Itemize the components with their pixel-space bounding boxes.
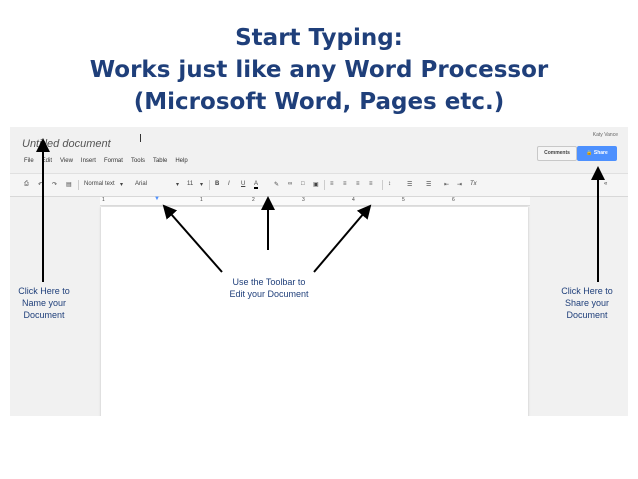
arrow-to-toolbar-right bbox=[313, 204, 372, 273]
annotation-arrows bbox=[36, 138, 605, 282]
arrow-to-toolbar-left bbox=[162, 204, 223, 273]
